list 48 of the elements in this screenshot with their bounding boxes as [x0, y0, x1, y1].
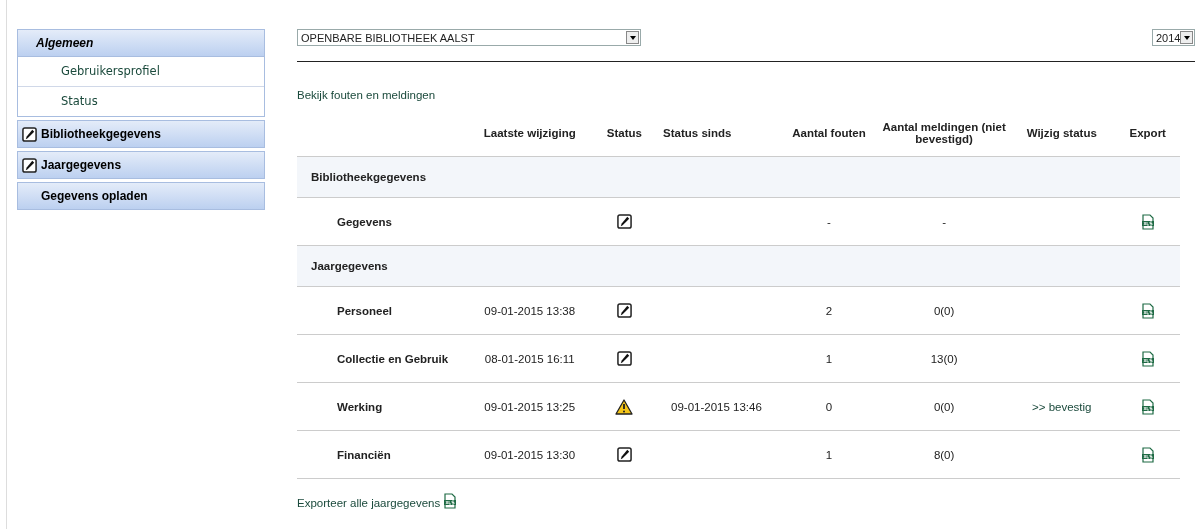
- table-cell: 09-01-2015 13:30: [484, 448, 576, 461]
- xls-export-icon[interactable]: [1140, 350, 1155, 367]
- errors-link[interactable]: Bekijk fouten en meldingen: [297, 89, 436, 101]
- table-cell: 13(0): [930, 352, 958, 365]
- table-cell: -: [827, 215, 831, 228]
- column-header: Aantal fouten: [792, 127, 866, 139]
- table-cell: 09-01-2015 13:25: [484, 400, 576, 413]
- sidebar-item[interactable]: Jaargegevens: [17, 151, 265, 179]
- row-name: Personeel: [337, 304, 392, 317]
- table-cell: 0(0): [933, 304, 955, 317]
- table-cell: -: [942, 215, 946, 228]
- confirm-link[interactable]: >> bevestig: [1032, 400, 1092, 413]
- edit-icon: [22, 126, 37, 142]
- edit-icon: [22, 157, 37, 173]
- xls-export-icon[interactable]: [1140, 398, 1155, 415]
- table-cell: 1: [825, 352, 833, 365]
- row-name: Gegevens: [337, 215, 392, 228]
- column-header: Status: [606, 127, 642, 139]
- group-label: Bibliotheekgegevens: [311, 171, 427, 183]
- sidebar-item[interactable]: Gegevens opladen: [17, 182, 265, 210]
- table-cell: 08-01-2015 16:11: [484, 352, 575, 365]
- column-header: Wijzig status: [1026, 127, 1097, 139]
- column-header: Laatste wijziging: [483, 127, 576, 139]
- export-all-link[interactable]: Exporteer alle jaargegevens: [297, 497, 441, 509]
- row-name: Collectie en Gebruik: [337, 352, 449, 365]
- table-cell: 0(0): [933, 400, 955, 413]
- sidebar-subitem[interactable]: Gebruikersprofiel: [18, 57, 264, 86]
- row-name: Werking: [337, 400, 383, 413]
- table-cell: 09-01-2015 13:46: [671, 400, 762, 413]
- table-cell: 8(0): [933, 448, 955, 461]
- xls-icon: [443, 493, 458, 509]
- table-cell: 1: [825, 448, 833, 461]
- table-cell: 09-01-2015 13:38: [484, 304, 576, 317]
- year-select[interactable]: 2014: [1152, 29, 1195, 46]
- sidebar-item[interactable]: Bibliotheekgegevens: [17, 120, 265, 148]
- xls-export-icon[interactable]: [1140, 213, 1155, 230]
- sidebar-item[interactable]: Algemeen: [17, 29, 265, 57]
- table-cell: 0: [825, 400, 833, 413]
- row-name: Financiën: [337, 448, 391, 461]
- table-cell: 2: [825, 304, 833, 317]
- column-header: Aantal meldingen (niet bevestigd): [882, 121, 1006, 145]
- column-header: Status sinds: [663, 127, 732, 139]
- group-label: Jaargegevens: [311, 260, 388, 272]
- xls-export-icon[interactable]: [1140, 302, 1155, 319]
- sidebar-subitem[interactable]: Status: [18, 86, 264, 116]
- column-header: Export: [1129, 127, 1166, 139]
- xls-export-icon[interactable]: [1140, 446, 1155, 463]
- library-select[interactable]: OPENBARE BIBLIOTHEEK AALST: [297, 29, 641, 46]
